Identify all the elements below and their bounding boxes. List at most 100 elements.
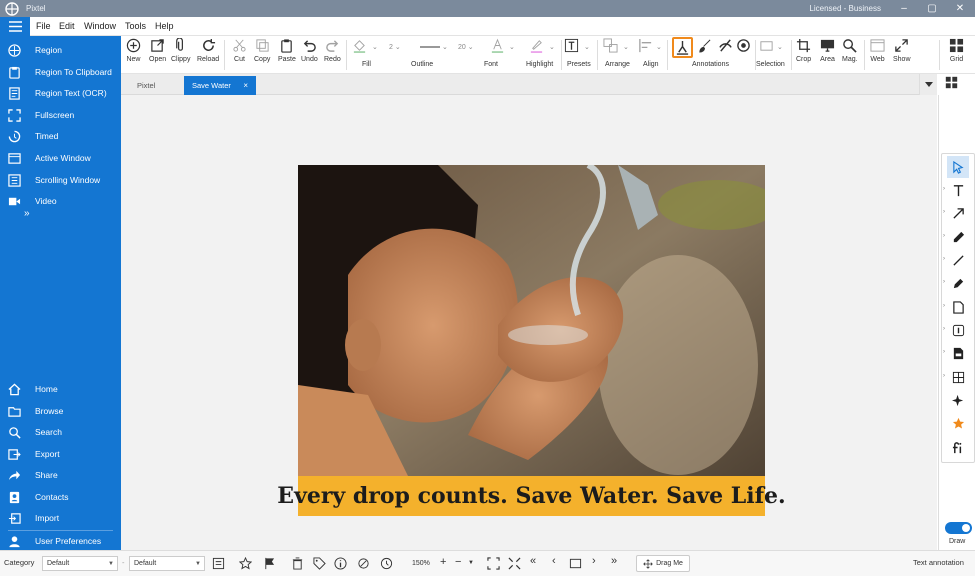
first-page-icon[interactable]: «: [530, 555, 536, 567]
outline-style-dropdown[interactable]: ⌄: [442, 41, 448, 53]
outline-width-select[interactable]: 2 ⌄: [389, 41, 401, 53]
tag-icon[interactable]: [313, 557, 326, 570]
fill-dropdown-arrow[interactable]: ⌄: [372, 41, 378, 53]
fill-color-button[interactable]: [352, 38, 367, 53]
delete-bin-icon[interactable]: [291, 557, 304, 570]
menu-edit[interactable]: Edit: [59, 21, 75, 31]
last-page-icon[interactable]: »: [611, 555, 617, 567]
undo-button[interactable]: Undo: [301, 38, 318, 63]
maximize-button[interactable]: ▢: [918, 0, 946, 17]
step-tool[interactable]: [947, 319, 969, 341]
open-button[interactable]: Open: [149, 38, 166, 63]
style-select[interactable]: Default ▼: [129, 556, 205, 571]
zoom-level[interactable]: 150%: [408, 556, 438, 571]
next-page-icon[interactable]: ›: [592, 555, 596, 567]
arrow-tool[interactable]: [947, 202, 969, 224]
sidebar-item-region[interactable]: Region: [8, 41, 120, 59]
panel-grid-button[interactable]: [945, 76, 958, 89]
text-tool[interactable]: [947, 179, 969, 201]
actual-size-icon[interactable]: [508, 557, 521, 570]
page-view-icon[interactable]: [569, 557, 582, 570]
arrange-dropdown[interactable]: ⌄: [623, 41, 629, 53]
marker-tool[interactable]: [947, 272, 969, 294]
tab-pixtel[interactable]: Pixtel: [129, 76, 185, 95]
history-icon[interactable]: [380, 557, 393, 570]
flag-icon[interactable]: [263, 557, 276, 570]
sidebar-item-home[interactable]: Home: [8, 380, 120, 398]
sidebar-item-timed[interactable]: Timed: [8, 127, 120, 145]
grid-button[interactable]: Grid: [949, 38, 964, 63]
select-tool[interactable]: [947, 156, 969, 178]
sidebar-item-share[interactable]: Share: [8, 466, 120, 484]
font-size-select[interactable]: 20 ⌄: [458, 41, 474, 53]
line-style-icon[interactable]: [420, 44, 440, 50]
line-tool[interactable]: [947, 249, 969, 271]
edit-link-icon[interactable]: [357, 557, 370, 570]
sidebar-item-browse[interactable]: Browse: [8, 402, 120, 420]
sidebar-item-user-preferences[interactable]: User Preferences: [8, 532, 120, 550]
tab-close-icon[interactable]: ×: [243, 81, 248, 90]
note-list-icon[interactable]: [212, 557, 225, 570]
presets-dropdown[interactable]: ⌄: [584, 41, 590, 53]
menu-tools[interactable]: Tools: [125, 21, 146, 31]
show-button[interactable]: Show: [893, 38, 911, 63]
favorite-tool[interactable]: [947, 412, 969, 434]
tab-save-water[interactable]: Save Water ×: [184, 76, 256, 95]
blur-tool[interactable]: [947, 366, 969, 388]
area-button[interactable]: Area: [820, 38, 835, 63]
star-outline-icon[interactable]: [239, 557, 252, 570]
magnifier-button[interactable]: Mag.: [842, 38, 858, 63]
magic-tool[interactable]: [947, 389, 969, 411]
annotation-erase-button[interactable]: [718, 38, 733, 53]
fit-screen-icon[interactable]: [487, 557, 500, 570]
clippy-button[interactable]: Clippy: [171, 38, 190, 63]
annotation-stamp-button[interactable]: [675, 40, 690, 55]
sidebar-item-fullscreen[interactable]: Fullscreen: [8, 106, 120, 124]
sidebar-item-import[interactable]: Import: [8, 509, 120, 527]
menu-window[interactable]: Window: [84, 21, 116, 31]
hamburger-menu-button[interactable]: [0, 17, 30, 36]
tab-list-dropdown[interactable]: [919, 74, 937, 95]
sidebar-item-scrolling-window[interactable]: Scrolling Window: [8, 171, 120, 189]
draw-toggle[interactable]: [945, 522, 972, 534]
minimize-button[interactable]: –: [890, 0, 918, 17]
presets-button[interactable]: [564, 38, 579, 53]
menu-help[interactable]: Help: [155, 21, 174, 31]
new-button[interactable]: New: [126, 38, 141, 63]
crop-button[interactable]: Crop: [796, 38, 811, 63]
copy-button[interactable]: Copy: [254, 38, 270, 63]
zoom-out-icon[interactable]: −: [455, 556, 461, 568]
zoom-dropdown-icon[interactable]: ▼: [468, 560, 474, 566]
sidebar-item-region-clipboard[interactable]: Region To Clipboard: [8, 63, 120, 81]
sidebar-item-region-ocr[interactable]: Region Text (OCR): [8, 84, 120, 102]
pen-tool[interactable]: [947, 226, 969, 248]
drag-me-button[interactable]: Drag Me: [636, 555, 690, 572]
stamp-tool[interactable]: [947, 342, 969, 364]
annotation-brush-button[interactable]: [697, 38, 712, 53]
paste-button[interactable]: Paste: [278, 38, 296, 63]
effects-tool[interactable]: [947, 436, 969, 458]
category-select[interactable]: Default ▼: [42, 556, 118, 571]
sidebar-item-contacts[interactable]: Contacts: [8, 488, 120, 506]
sidebar-more-chevron[interactable]: »: [24, 208, 30, 219]
web-button[interactable]: Web: [870, 38, 885, 63]
selection-dropdown[interactable]: ⌄: [777, 41, 783, 53]
align-dropdown[interactable]: ⌄: [656, 41, 662, 53]
note-tool[interactable]: [947, 296, 969, 318]
annotation-record-button[interactable]: [736, 38, 751, 53]
sidebar-item-active-window[interactable]: Active Window: [8, 149, 120, 167]
sidebar-item-search[interactable]: Search: [8, 423, 120, 441]
font-color-button[interactable]: [490, 38, 505, 53]
cut-button[interactable]: Cut: [232, 38, 247, 63]
reload-button[interactable]: Reload: [197, 38, 219, 63]
photo-girl-drinking-water[interactable]: [298, 165, 765, 476]
close-window-button[interactable]: ✕: [946, 0, 974, 17]
highlight-button[interactable]: [529, 38, 544, 53]
selection-button[interactable]: [759, 38, 774, 53]
font-color-dropdown[interactable]: ⌄: [509, 41, 515, 53]
align-button[interactable]: [638, 38, 653, 53]
redo-button[interactable]: Redo: [324, 38, 341, 63]
previous-page-icon[interactable]: ‹: [552, 555, 556, 567]
zoom-in-icon[interactable]: +: [440, 556, 446, 568]
sidebar-item-export[interactable]: Export: [8, 445, 120, 463]
